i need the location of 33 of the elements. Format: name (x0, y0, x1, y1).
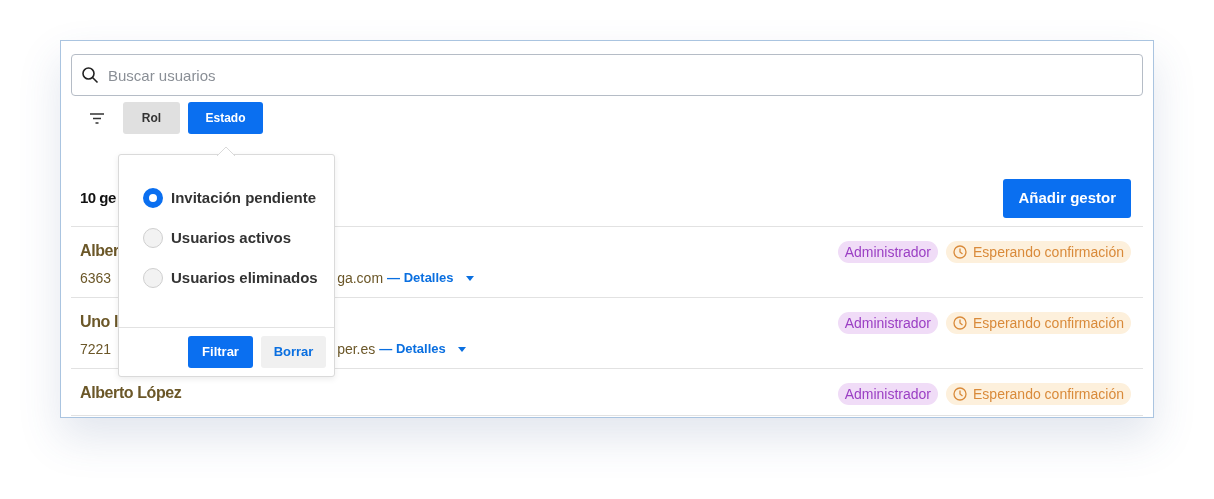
clock-icon (953, 245, 967, 259)
search-icon (81, 66, 99, 84)
details-link[interactable]: — Detalles (379, 340, 446, 358)
status-tag: Esperando confirmación (946, 312, 1131, 334)
radio-button[interactable] (143, 187, 163, 208)
manager-count: 10 ge (80, 187, 116, 208)
caret-icon[interactable] (457, 346, 466, 352)
radio-label: Invitación pendiente (171, 188, 317, 208)
filter-tab[interactable]: Rol (123, 102, 180, 134)
radio-label: Usuarios activos (171, 228, 292, 248)
role-tag: Administrador (837, 241, 938, 263)
filter-button[interactable]: Filtrar (188, 336, 253, 368)
filter-tab[interactable]: Estado (188, 102, 263, 134)
status-tag: Esperando confirmación (946, 383, 1131, 405)
email-text: per.es (337, 340, 376, 358)
details-link[interactable]: — Detalles (387, 269, 454, 287)
status-tag: Esperando confirmación (946, 241, 1131, 263)
clear-button[interactable]: Borrar (261, 336, 326, 368)
user-name: Alberto López (80, 383, 182, 403)
phone-text: 7221 (80, 340, 112, 358)
radio-label: Usuarios eliminados (171, 268, 318, 288)
phone-text: 6363 (80, 269, 112, 287)
role-tag: Administrador (837, 312, 938, 334)
clock-icon (953, 316, 967, 330)
clock-icon (953, 387, 967, 401)
user-name: Alber (80, 241, 119, 261)
email-text: ga.com (337, 269, 384, 287)
add-manager-button[interactable]: Añadir gestor (1003, 178, 1131, 218)
role-tag: Administrador (837, 383, 938, 405)
filter-icon[interactable] (90, 112, 104, 124)
caret-icon[interactable] (465, 275, 474, 281)
search-field[interactable]: Buscar usuarios (71, 54, 1143, 96)
user-name: Uno l (80, 312, 118, 332)
